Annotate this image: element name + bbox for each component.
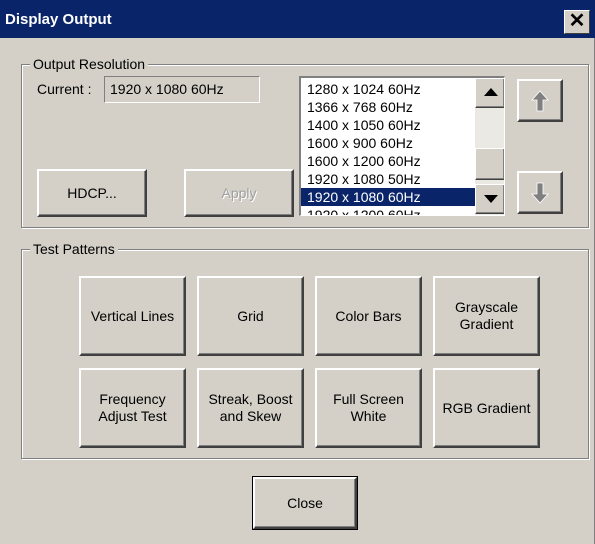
resolution-list-item[interactable]: 1400 x 1050 60Hz: [301, 116, 475, 134]
window-title: Display Output: [5, 11, 112, 28]
resolution-list-item[interactable]: 1280 x 1024 60Hz: [301, 80, 475, 98]
resolution-list-item[interactable]: 1920 x 1080 60Hz: [301, 188, 475, 206]
arrow-up-icon: [531, 89, 549, 111]
scroll-up-icon: [484, 88, 498, 96]
vertical-lines-button[interactable]: Vertical Lines: [79, 276, 186, 356]
test-patterns-legend: Test Patterns: [30, 241, 118, 257]
rgb-gradient-button[interactable]: RGB Gradient: [433, 368, 540, 448]
resolution-list-item[interactable]: 1600 x 1200 60Hz: [301, 152, 475, 170]
close-icon[interactable]: ✕: [564, 10, 590, 34]
full-screen-white-button[interactable]: Full Screen White: [315, 368, 422, 448]
resolution-list-item[interactable]: 1366 x 768 60Hz: [301, 98, 475, 116]
title-bar[interactable]: Display Output ✕: [0, 0, 595, 38]
close-button[interactable]: Close: [252, 476, 358, 530]
scroll-down-button[interactable]: [475, 184, 504, 214]
current-resolution-field: 1920 x 1080 60Hz: [104, 76, 260, 103]
scroll-up-button[interactable]: [475, 78, 504, 108]
resolution-list-item[interactable]: 1600 x 900 60Hz: [301, 134, 475, 152]
resolution-listbox[interactable]: 1280 x 1024 60Hz 1366 x 768 60Hz 1400 x 10…: [299, 76, 505, 216]
resolution-list-item[interactable]: 1920 x 1080 50Hz: [301, 170, 475, 188]
hdcp-button[interactable]: HDCP...: [37, 169, 147, 217]
scroll-thumb[interactable]: [475, 148, 504, 180]
frequency-adjust-test-button[interactable]: Frequency Adjust Test: [79, 368, 186, 448]
arrow-down-icon: [531, 182, 549, 204]
resolution-list-item[interactable]: 1920 x 1200 60Hz: [301, 206, 475, 215]
current-resolution-label: Current :: [37, 81, 92, 97]
move-down-button[interactable]: [517, 171, 563, 214]
display-output-dialog: Display Output ✕ Output Resolution Curre…: [0, 0, 595, 544]
streak-boost-skew-button[interactable]: Streak, Boost and Skew: [197, 368, 304, 448]
apply-button[interactable]: Apply: [184, 169, 294, 217]
output-resolution-legend: Output Resolution: [30, 56, 149, 72]
grid-button[interactable]: Grid: [197, 276, 304, 356]
scroll-down-icon: [484, 195, 498, 203]
resolution-scrollbar[interactable]: [475, 78, 504, 215]
move-up-button[interactable]: [517, 79, 563, 122]
color-bars-button[interactable]: Color Bars: [315, 276, 422, 356]
grayscale-gradient-button[interactable]: Grayscale Gradient: [433, 276, 540, 356]
resolution-list[interactable]: 1280 x 1024 60Hz 1366 x 768 60Hz 1400 x 10…: [301, 80, 475, 215]
